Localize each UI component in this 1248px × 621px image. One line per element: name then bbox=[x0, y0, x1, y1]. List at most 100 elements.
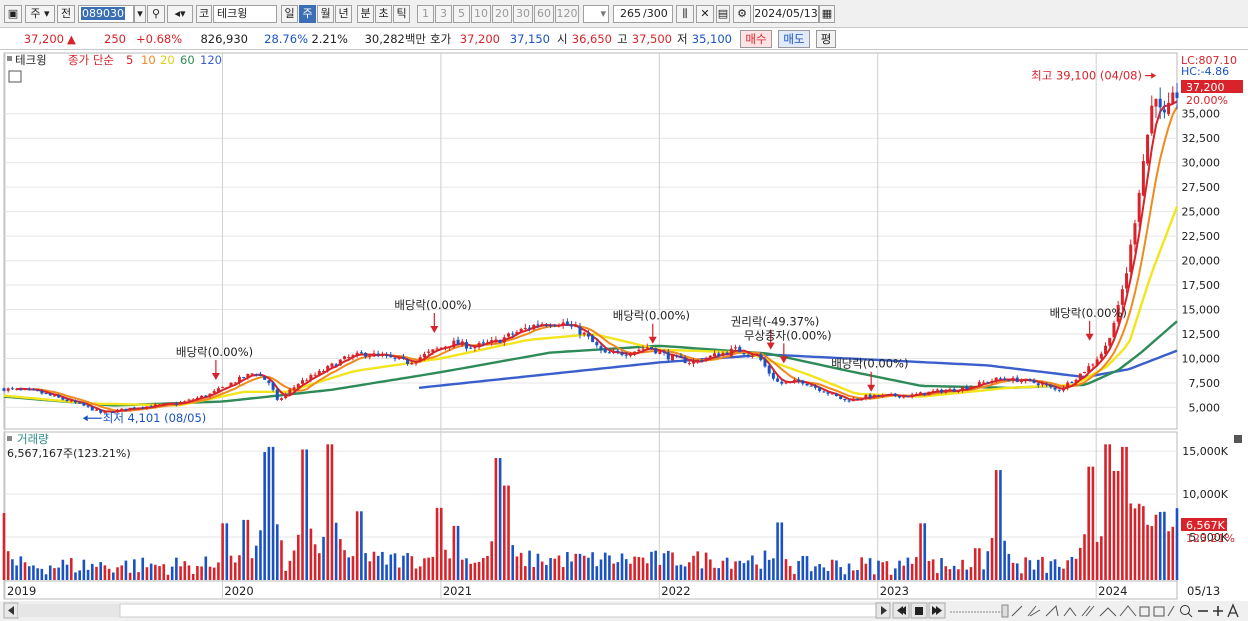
tool-icon[interactable]: ✕ bbox=[696, 5, 714, 23]
date-input[interactable]: 2024/05/13 bbox=[753, 5, 819, 23]
mult-120[interactable]: 120 bbox=[555, 5, 579, 23]
price: 37,200 bbox=[23, 32, 64, 46]
volume-bar bbox=[809, 571, 813, 580]
mult-1[interactable]: 1 bbox=[417, 5, 434, 23]
candle-body bbox=[343, 356, 347, 360]
volume-bar bbox=[217, 562, 220, 580]
sell-button[interactable]: 매도 bbox=[778, 30, 810, 48]
candle-body bbox=[696, 359, 700, 361]
mult-10[interactable]: 10 bbox=[471, 5, 491, 23]
volume-bar bbox=[582, 555, 586, 580]
volume-bar bbox=[1104, 444, 1107, 580]
volume-bar bbox=[330, 444, 334, 580]
volume-bar bbox=[675, 565, 678, 580]
candle-body bbox=[708, 355, 712, 359]
volume-bar bbox=[57, 567, 60, 580]
period-week[interactable]: 주 bbox=[299, 5, 316, 23]
mult-20[interactable]: 20 bbox=[492, 5, 512, 23]
stock-name-field[interactable]: 테크윙 bbox=[213, 5, 277, 23]
custom-period-dropdown[interactable]: ▾ bbox=[583, 5, 609, 23]
class-button[interactable]: 코 bbox=[196, 5, 212, 23]
volume-bar bbox=[313, 544, 317, 580]
candle-body bbox=[805, 383, 809, 386]
code-input[interactable]: 089030 bbox=[78, 5, 134, 23]
candle-body bbox=[570, 324, 574, 327]
period-minute[interactable]: 분 bbox=[357, 5, 374, 23]
volume-bar bbox=[637, 557, 641, 580]
year-label: 2022 bbox=[661, 584, 690, 598]
playback-controls[interactable] bbox=[892, 602, 946, 619]
volume-bar bbox=[187, 565, 191, 580]
volume-bar bbox=[973, 548, 977, 580]
market-select[interactable]: 주 ▾ bbox=[25, 5, 55, 23]
volume-bar bbox=[351, 556, 355, 580]
volume-bar bbox=[709, 559, 712, 580]
candle-body bbox=[132, 407, 136, 409]
speaker-icon[interactable]: ◂▾ bbox=[167, 5, 193, 23]
period-year[interactable]: 년 bbox=[335, 5, 352, 23]
code-dropdown-icon[interactable]: ▾ bbox=[134, 5, 146, 23]
eval-button[interactable]: 평 bbox=[816, 30, 836, 48]
mult-5[interactable]: 5 bbox=[453, 5, 470, 23]
period-day[interactable]: 일 bbox=[281, 5, 298, 23]
candle-icon[interactable]: ⫼ bbox=[676, 5, 694, 23]
buy-button[interactable]: 매수 bbox=[740, 30, 772, 48]
mult-30[interactable]: 30 bbox=[513, 5, 533, 23]
calendar-icon[interactable]: ▦ bbox=[819, 5, 835, 23]
volume-bar bbox=[620, 553, 624, 580]
candle-body bbox=[410, 362, 414, 365]
gear-icon[interactable]: ⚙ bbox=[733, 5, 751, 23]
volume-bar bbox=[830, 559, 834, 580]
candle-body bbox=[725, 352, 729, 355]
search-icon[interactable]: ⚲ bbox=[147, 5, 165, 23]
candle-body bbox=[69, 400, 73, 402]
volume-bar bbox=[1062, 568, 1065, 580]
volume-bar bbox=[1036, 559, 1040, 580]
candle-body bbox=[258, 374, 262, 376]
window-menu-icon[interactable]: ▣ bbox=[4, 5, 22, 23]
volume-bar bbox=[978, 548, 981, 580]
volume-bar bbox=[818, 563, 821, 580]
candle-body bbox=[927, 391, 931, 396]
candle-body bbox=[158, 404, 162, 406]
count-input[interactable]: 265 bbox=[613, 5, 643, 23]
period-tick[interactable]: 틱 bbox=[393, 5, 410, 23]
save-icon[interactable]: ▤ bbox=[716, 5, 730, 23]
candle-body bbox=[687, 362, 691, 364]
volume-bar bbox=[734, 561, 737, 580]
volume-bar bbox=[1070, 556, 1074, 580]
volume-bar bbox=[1163, 511, 1166, 580]
volume-bar bbox=[389, 554, 393, 580]
volume-bar bbox=[86, 569, 90, 580]
candle-body bbox=[628, 354, 632, 356]
candle-body bbox=[565, 321, 569, 326]
volume-latest-pct: 123.21% bbox=[1186, 532, 1235, 545]
candle-body bbox=[641, 348, 645, 350]
period-second[interactable]: 초 bbox=[375, 5, 392, 23]
volume-bar bbox=[641, 557, 645, 580]
legend-ma60: 60 bbox=[180, 53, 195, 67]
mult-60[interactable]: 60 bbox=[534, 5, 554, 23]
close-icon[interactable] bbox=[1234, 435, 1242, 443]
candle-body bbox=[1158, 98, 1162, 108]
volume-bar bbox=[48, 565, 52, 580]
volume-bar bbox=[1150, 526, 1154, 580]
prev-button[interactable]: 전 bbox=[57, 5, 75, 23]
period-month[interactable]: 월 bbox=[317, 5, 334, 23]
volume-bar bbox=[149, 563, 153, 580]
volume-bar bbox=[1129, 503, 1133, 580]
volume-bar bbox=[1003, 540, 1006, 580]
volume-bar bbox=[524, 566, 527, 580]
candle-body bbox=[784, 382, 788, 384]
candle-body bbox=[868, 394, 872, 398]
scroll-thumb[interactable] bbox=[119, 603, 877, 618]
volume-bar bbox=[696, 551, 700, 580]
table-toggle-icon[interactable] bbox=[8, 70, 22, 83]
volume-bar bbox=[103, 565, 107, 580]
stop-icon bbox=[915, 607, 923, 615]
mult-3[interactable]: 3 bbox=[435, 5, 452, 23]
volume-bar bbox=[1108, 444, 1112, 580]
candle-body bbox=[183, 401, 187, 403]
volume-bar bbox=[376, 555, 380, 580]
candle-body bbox=[855, 398, 859, 400]
